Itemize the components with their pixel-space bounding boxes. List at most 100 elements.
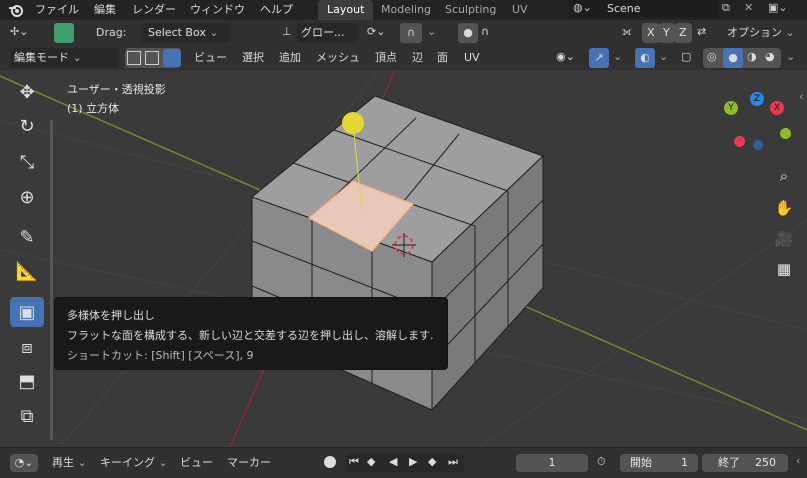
camera-view-icon[interactable]: 🎥 bbox=[770, 225, 798, 253]
jump-end-icon[interactable]: ⏭ bbox=[448, 455, 458, 469]
end-frame-field[interactable]: 終了 250 bbox=[702, 454, 788, 472]
menu-mesh[interactable]: メッシュ bbox=[311, 48, 365, 68]
scene-name: Scene bbox=[607, 2, 641, 15]
sidebar-toggle-icon[interactable]: ‹ bbox=[799, 90, 803, 103]
next-keyframe-icon[interactable]: ◆ bbox=[428, 455, 436, 468]
transform-pivot-icon[interactable]: ✢⌄ bbox=[10, 25, 28, 38]
falloff-icon[interactable]: ∩ bbox=[481, 25, 489, 38]
snap-dropdown-icon[interactable]: ⌄ bbox=[427, 25, 436, 38]
copy-scene-icon[interactable]: ⧉ bbox=[722, 1, 730, 15]
menu-help[interactable]: ヘルプ bbox=[254, 0, 299, 20]
viewport-info: ユーザー・透視投影 (1) 立方体 bbox=[67, 80, 166, 118]
mirror-icon[interactable]: ⟗ bbox=[622, 25, 632, 39]
menu-select[interactable]: 選択 bbox=[237, 48, 269, 68]
toolbar-scrollbar[interactable] bbox=[50, 120, 53, 440]
move-tool-icon[interactable]: ✥ bbox=[10, 77, 44, 107]
start-frame-field[interactable]: 開始 1 bbox=[620, 454, 698, 472]
menu-face[interactable]: 面 bbox=[432, 48, 453, 68]
zoom-icon[interactable]: ⌕ bbox=[770, 162, 798, 190]
wireframe-shading-icon[interactable]: ◎ bbox=[707, 50, 717, 63]
xray-toggle-icon[interactable]: ▢ bbox=[681, 50, 691, 63]
overlays-toggle-icon[interactable]: ◐ bbox=[635, 48, 655, 68]
rotate-tool-icon[interactable]: ↻ bbox=[10, 111, 44, 141]
neg-y-axis-dot[interactable] bbox=[780, 128, 791, 139]
menu-edge[interactable]: 辺 bbox=[407, 48, 428, 68]
select-box-dropdown[interactable]: Select Box bbox=[141, 23, 230, 43]
neg-x-axis-dot[interactable] bbox=[734, 136, 745, 147]
view-layer-icon[interactable]: ▣⌄ bbox=[768, 1, 788, 14]
neg-z-axis-dot[interactable] bbox=[753, 140, 763, 150]
view-title: ユーザー・透視投影 bbox=[67, 83, 166, 96]
rendered-shading-icon[interactable]: ◕ bbox=[765, 50, 775, 63]
snap-icon[interactable]: ∩ bbox=[400, 23, 422, 43]
inset-faces-tool-icon[interactable]: ⧈ bbox=[10, 332, 44, 362]
face-select-icon[interactable] bbox=[163, 49, 181, 67]
menu-edit[interactable]: 編集 bbox=[88, 0, 122, 20]
snap-settings-icon[interactable]: ⇄ bbox=[697, 25, 706, 38]
annotate-tool-icon[interactable]: ✎ bbox=[10, 222, 44, 252]
stopwatch-icon[interactable]: ⏱ bbox=[597, 455, 606, 469]
y-axis-label[interactable]: Y bbox=[724, 101, 738, 115]
tab-uv-editing[interactable]: UV Editing bbox=[503, 0, 563, 20]
overlays-dropdown-icon[interactable]: ⌄ bbox=[659, 50, 668, 63]
gizmo-dropdown-icon[interactable]: ⌄ bbox=[613, 50, 622, 63]
play-reverse-icon[interactable]: ◀ bbox=[389, 455, 397, 468]
timeline-collapse-icon[interactable]: ‹ bbox=[796, 454, 800, 467]
menu-view[interactable]: ビュー bbox=[189, 48, 232, 68]
editor-type-icon[interactable]: ◔⌄ bbox=[10, 454, 38, 472]
active-tool-icon[interactable] bbox=[54, 23, 74, 43]
solid-shading-icon[interactable]: ● bbox=[723, 48, 743, 68]
perspective-grid-icon[interactable]: ▦ bbox=[770, 255, 798, 283]
play-icon[interactable]: ▶ bbox=[409, 455, 417, 468]
keying-menu[interactable]: キーイング bbox=[100, 452, 168, 474]
tab-layout[interactable]: Layout bbox=[318, 0, 374, 20]
tab-sculpting[interactable]: Sculpting bbox=[436, 0, 505, 20]
axis-y-toggle[interactable]: Y bbox=[658, 23, 675, 43]
3d-viewport[interactable]: ユーザー・透視投影 (1) 立方体 ✥ ↻ ⤡ ⊕ ✎ 📐 ▣ ⧈ ⬒ ⧉ Z … bbox=[0, 70, 807, 447]
bevel-tool-icon[interactable]: ⬒ bbox=[10, 366, 44, 396]
navigation-gizmo[interactable]: Z Y X bbox=[720, 90, 800, 174]
prev-keyframe-icon[interactable]: ◆ bbox=[367, 455, 375, 468]
timeline-view-menu[interactable]: ビュー bbox=[180, 452, 213, 474]
menu-file[interactable]: ファイル bbox=[29, 0, 85, 20]
view-header: 編集モード ビュー 選択 追加 メッシュ 頂点 辺 面 UV ◉⌄ ↗ ⌄ ◐ … bbox=[0, 46, 807, 70]
jump-start-icon[interactable]: ⏮ bbox=[349, 455, 359, 469]
current-frame-field[interactable]: 1 bbox=[516, 454, 588, 472]
light-icon[interactable] bbox=[342, 112, 364, 134]
pivot-point-icon[interactable]: ⟳⌄ bbox=[367, 25, 385, 38]
mode-dropdown[interactable]: 編集モード bbox=[10, 48, 118, 68]
material-shading-icon[interactable]: ◑ bbox=[747, 50, 757, 63]
orientation-dropdown[interactable]: グロー... bbox=[297, 23, 357, 43]
proportional-edit-icon[interactable]: ● bbox=[458, 23, 478, 43]
playback-controls bbox=[346, 454, 464, 472]
marker-menu[interactable]: マーカー bbox=[227, 452, 271, 474]
blender-logo-icon[interactable] bbox=[8, 2, 24, 18]
axis-x-toggle[interactable]: X bbox=[642, 23, 660, 43]
extrude-manifold-tool-icon[interactable]: ▣ bbox=[10, 297, 44, 327]
record-icon[interactable] bbox=[324, 456, 336, 468]
menu-render[interactable]: レンダー bbox=[126, 0, 182, 20]
gizmo-toggle-icon[interactable]: ↗ bbox=[589, 48, 609, 68]
options-dropdown[interactable]: オプション bbox=[722, 23, 800, 43]
z-axis-label[interactable]: Z bbox=[750, 92, 764, 106]
edge-select-icon[interactable] bbox=[145, 51, 159, 65]
scene-selector[interactable]: ◍⌄ Scene bbox=[569, 0, 719, 18]
menu-add[interactable]: 追加 bbox=[274, 48, 306, 68]
loop-cut-tool-icon[interactable]: ⧉ bbox=[10, 401, 44, 431]
measure-tool-icon[interactable]: 📐 bbox=[10, 256, 44, 286]
menu-vertex[interactable]: 頂点 bbox=[370, 48, 402, 68]
axis-z-toggle[interactable]: Z bbox=[674, 23, 692, 43]
close-scene-icon[interactable]: ✕ bbox=[744, 1, 753, 14]
vertex-select-icon[interactable] bbox=[127, 51, 141, 65]
orientation-icon: ⊥ bbox=[282, 25, 292, 38]
visibility-icon[interactable]: ◉⌄ bbox=[556, 50, 575, 63]
menu-window[interactable]: ウィンドウ bbox=[184, 0, 251, 20]
menu-uv[interactable]: UV bbox=[459, 48, 485, 68]
shading-dropdown-icon[interactable]: ⌄ bbox=[786, 50, 795, 63]
scale-tool-icon[interactable]: ⤡ bbox=[10, 147, 44, 177]
transform-tool-icon[interactable]: ⊕ bbox=[10, 182, 44, 212]
pan-hand-icon[interactable]: ✋ bbox=[770, 194, 798, 222]
tab-modeling[interactable]: Modeling bbox=[372, 0, 440, 20]
x-axis-label[interactable]: X bbox=[770, 101, 784, 115]
playback-menu[interactable]: 再生 bbox=[52, 452, 87, 474]
